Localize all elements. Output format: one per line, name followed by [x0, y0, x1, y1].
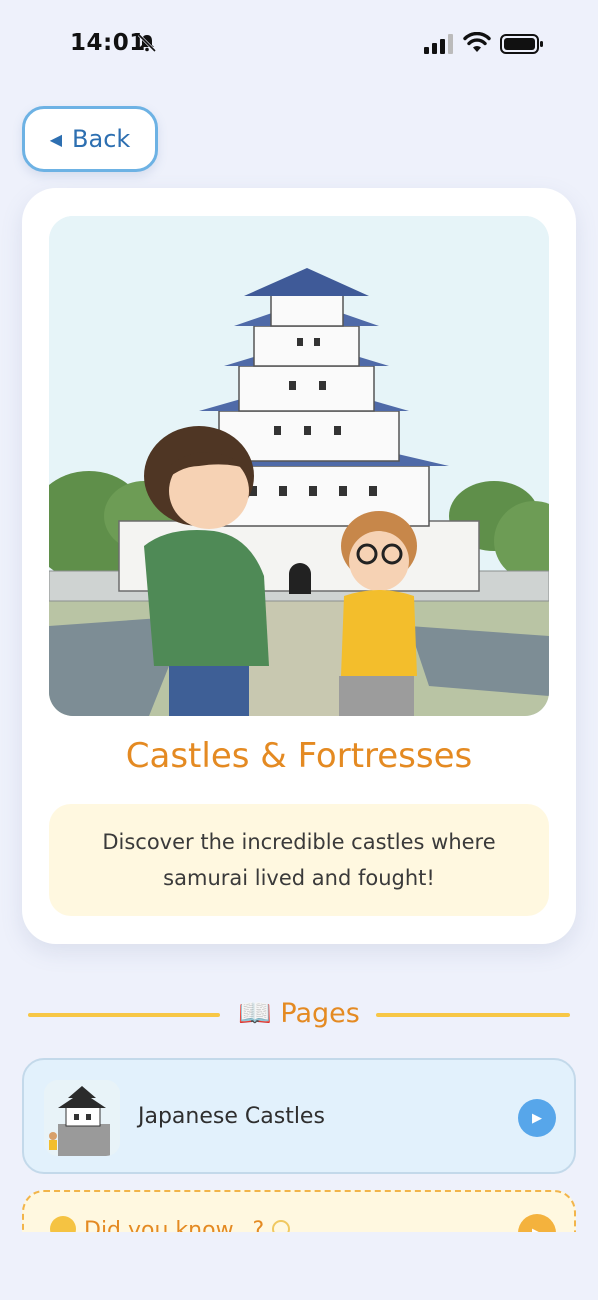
- status-bar: 14:01: [0, 0, 598, 90]
- list-item-japanese-castles[interactable]: Japanese Castles ▶: [22, 1058, 576, 1174]
- wifi-icon: [463, 32, 491, 52]
- back-button[interactable]: ◀ Back: [22, 106, 158, 172]
- topic-title: Castles & Fortresses: [125, 736, 473, 776]
- bottom-overlay: [0, 1232, 598, 1300]
- topic-hero-card: Castles & Fortresses Discover the incred…: [22, 188, 576, 944]
- castle-illustration-icon: [49, 216, 549, 716]
- status-time: 14:01: [70, 30, 146, 56]
- castle-thumbnail-icon: [44, 1080, 120, 1156]
- battery-icon: [500, 34, 543, 54]
- pages-section-header: 📖 Pages: [28, 992, 570, 1038]
- section-divider-right: [376, 1013, 570, 1017]
- book-icon: 📖: [238, 998, 272, 1029]
- back-arrow-icon: ◀: [49, 129, 63, 149]
- list-item-label: Japanese Castles: [138, 1104, 325, 1129]
- bell-muted-icon: [137, 33, 157, 53]
- topic-description: Discover the incredible castles where sa…: [49, 804, 549, 916]
- play-icon: ▶: [532, 1110, 542, 1126]
- play-button[interactable]: ▶: [518, 1099, 556, 1137]
- cellular-signal-icon: [424, 34, 453, 54]
- back-button-label: Back: [72, 125, 131, 153]
- pages-section-label: Pages: [280, 998, 360, 1029]
